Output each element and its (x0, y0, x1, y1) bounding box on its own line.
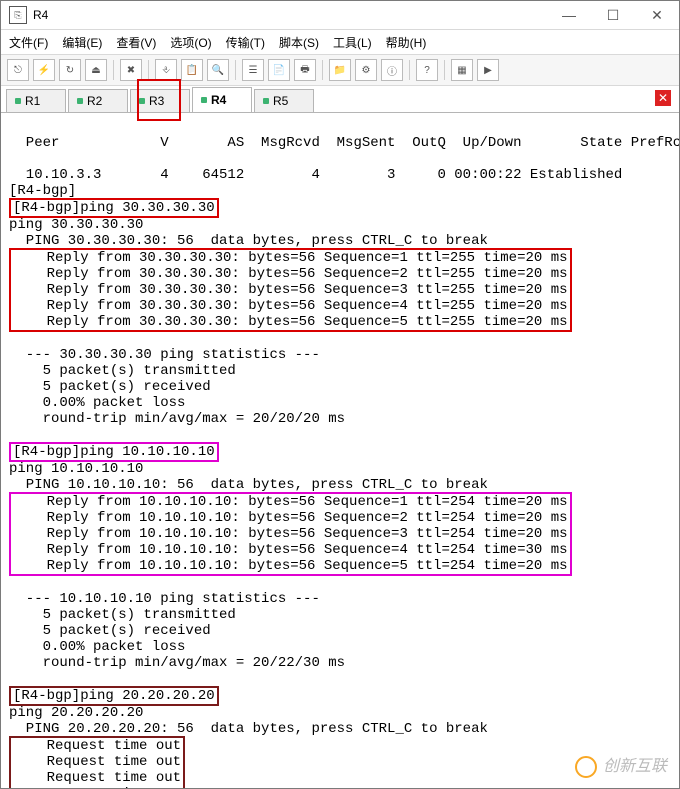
toolbar: ⎋ ⚡ ↻ ⏏ ✖ ⎀ 📋 🔍 ☰ 📄 🖶 📁 ⚙ ⓘ ? ▦ ▶ (1, 55, 679, 86)
close-button[interactable]: ✕ (635, 2, 679, 29)
tab-label: R4 (211, 93, 226, 107)
status-dot-icon (15, 98, 21, 104)
tb-disconnect-icon[interactable]: ⏏ (85, 59, 107, 81)
session-tabbar: R1 R2 R3 R4 R5 ✕ (1, 86, 679, 113)
tab-r2[interactable]: R2 (68, 89, 128, 112)
tb-find-icon[interactable]: 🔍 (207, 59, 229, 81)
stat-line: round-trip min/avg/max = 20/22/30 ms (9, 655, 345, 671)
cmd-ping-30: [R4-bgp]ping 30.30.30.30 (9, 198, 219, 218)
reply-block-30: Reply from 30.30.30.30: bytes=56 Sequenc… (9, 248, 572, 332)
watermark: 创新互联 (575, 756, 667, 778)
bgp-header: Peer V AS MsgRcvd MsgSent OutQ Up/Down S… (9, 135, 679, 151)
menu-script[interactable]: 脚本(S) (279, 34, 319, 51)
stat-line: round-trip min/avg/max = 20/20/20 ms (9, 411, 345, 427)
watermark-text: 创新互联 (603, 759, 667, 775)
cmd-ping-10: [R4-bgp]ping 10.10.10.10 (9, 442, 219, 462)
stat-line: 0.00% packet loss (9, 639, 185, 655)
tab-label: R5 (273, 94, 288, 108)
stat-line: --- 10.10.10.10 ping statistics --- (9, 591, 320, 607)
titlebar: ⎘ R4 — ☐ ✕ (1, 1, 679, 30)
reply-block-10: Reply from 10.10.10.10: bytes=56 Sequenc… (9, 492, 572, 576)
tb-folder-icon[interactable]: 📁 (329, 59, 351, 81)
menu-help[interactable]: 帮助(H) (386, 34, 427, 51)
status-dot-icon (201, 97, 207, 103)
terminal-output[interactable]: Peer V AS MsgRcvd MsgSent OutQ Up/Down S… (1, 113, 679, 788)
tab-r5[interactable]: R5 (254, 89, 314, 112)
status-dot-icon (77, 98, 83, 104)
tb-info-icon[interactable]: ⓘ (381, 59, 403, 81)
reply-block-20: Request time out Request time out Reques… (9, 736, 185, 788)
echo-line: ping 20.20.20.20 (9, 705, 143, 721)
stat-line: 5 packet(s) transmitted (9, 363, 236, 379)
menu-transfer[interactable]: 传输(T) (226, 34, 265, 51)
tb-paste-icon[interactable]: 📋 (181, 59, 203, 81)
stat-line: 0.00% packet loss (9, 395, 185, 411)
menu-file[interactable]: 文件(F) (9, 34, 48, 51)
tab-r3[interactable]: R3 (130, 89, 190, 112)
tab-close-icon[interactable]: ✕ (655, 90, 671, 106)
window-title: R4 (33, 8, 547, 22)
stat-line: --- 30.30.30.30 ping statistics --- (9, 347, 320, 363)
tab-label: R3 (149, 94, 164, 108)
stat-line: 5 packet(s) received (9, 623, 211, 639)
cmd-ping-20: [R4-bgp]ping 20.20.20.20 (9, 686, 219, 706)
tb-record-icon[interactable]: ▶ (477, 59, 499, 81)
menu-view[interactable]: 查看(V) (116, 34, 156, 51)
app-icon: ⎘ (9, 6, 27, 24)
menu-tools[interactable]: 工具(L) (333, 34, 372, 51)
tb-connect-icon[interactable]: ⎋ (7, 59, 29, 81)
tab-r1[interactable]: R1 (6, 89, 66, 112)
tb-reconnect-icon[interactable]: ↻ (59, 59, 81, 81)
stat-line: 5 packet(s) received (9, 379, 211, 395)
tab-r4[interactable]: R4 (192, 87, 252, 112)
tb-x-icon[interactable]: ✖ (120, 59, 142, 81)
status-dot-icon (139, 98, 145, 104)
tb-print-icon[interactable]: 🖶 (294, 59, 316, 81)
ping-header: PING 20.20.20.20: 56 data bytes, press C… (9, 721, 488, 737)
stat-line: 5 packet(s) transmitted (9, 607, 236, 623)
tab-label: R2 (87, 94, 102, 108)
tb-settings-icon[interactable]: ⚙ (355, 59, 377, 81)
status-dot-icon (263, 98, 269, 104)
menubar: 文件(F) 编辑(E) 查看(V) 选项(O) 传输(T) 脚本(S) 工具(L… (1, 30, 679, 55)
ping-header: PING 30.30.30.30: 56 data bytes, press C… (9, 233, 488, 249)
tab-label: R1 (25, 94, 40, 108)
tb-quick-connect-icon[interactable]: ⚡ (33, 59, 55, 81)
watermark-logo-icon (575, 756, 597, 778)
echo-line: ping 30.30.30.30 (9, 217, 143, 233)
prompt-line: [R4-bgp] (9, 183, 76, 199)
tb-script-icon[interactable]: ▦ (451, 59, 473, 81)
tb-help-icon[interactable]: ? (416, 59, 438, 81)
maximize-button[interactable]: ☐ (591, 2, 635, 29)
tb-log-icon[interactable]: 📄 (268, 59, 290, 81)
bgp-peer-row: 10.10.3.3 4 64512 4 3 0 00:00:22 Establi… (9, 167, 679, 183)
app-window: ⎘ R4 — ☐ ✕ 文件(F) 编辑(E) 查看(V) 选项(O) 传输(T)… (0, 0, 680, 789)
echo-line: ping 10.10.10.10 (9, 461, 143, 477)
menu-edit[interactable]: 编辑(E) (62, 34, 102, 51)
minimize-button[interactable]: — (547, 2, 591, 29)
menu-options[interactable]: 选项(O) (170, 34, 211, 51)
tb-copy-icon[interactable]: ⎀ (155, 59, 177, 81)
tb-properties-icon[interactable]: ☰ (242, 59, 264, 81)
ping-header: PING 10.10.10.10: 56 data bytes, press C… (9, 477, 488, 493)
